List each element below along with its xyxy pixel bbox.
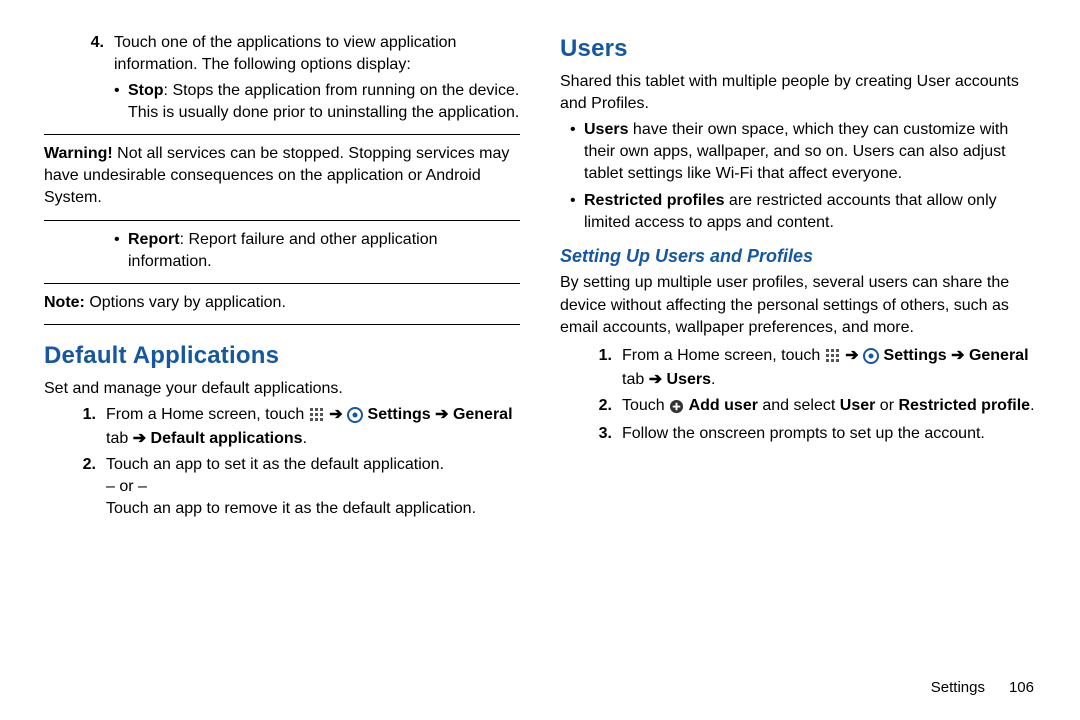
step-body: Touch Add user and select User or Restri… [622, 395, 1036, 419]
step-body: Follow the onscreen prompts to set up th… [622, 423, 1036, 445]
su-step-1: 1. From a Home screen, touch ➔ [586, 345, 1036, 391]
s2-or: – or – [106, 476, 520, 498]
report-label: Report [128, 231, 180, 248]
arrow-icon: ➔ [133, 430, 146, 447]
s2-or: or [875, 397, 898, 414]
s2-a: Touch an app to set it as the default ap… [106, 454, 520, 476]
s1-settings: Settings [884, 347, 952, 364]
divider [44, 220, 520, 221]
page-footer: Settings 106 [44, 673, 1036, 696]
default-apps-intro: Set and manage your default applications… [44, 378, 520, 400]
divider [44, 324, 520, 325]
bullet-dot: • [114, 80, 128, 124]
s1-pre: From a Home screen, touch [106, 406, 309, 423]
bullet-dot: • [570, 119, 584, 185]
bullet-restricted: • Restricted profiles are restricted acc… [570, 190, 1036, 234]
da-step-1: 1. From a Home screen, touch ➔ [70, 404, 520, 450]
bullet-body: Report: Report failure and other applica… [128, 229, 520, 273]
note-label: Note: [44, 294, 85, 311]
step-text: Touch one of the applications to view ap… [114, 34, 456, 73]
step-number: 4. [44, 32, 114, 124]
apps-grid-icon [309, 406, 325, 428]
bullet-users: • Users have their own space, which they… [570, 119, 1036, 185]
step-number: 2. [586, 395, 622, 419]
step-body: Touch an app to set it as the default ap… [106, 454, 520, 520]
s1-general: General [453, 406, 513, 423]
step-body: Touch one of the applications to view ap… [114, 32, 520, 124]
b1-label: Users [584, 121, 628, 138]
step-number: 2. [70, 454, 106, 520]
s3-text: Follow the onscreen prompts to set up th… [622, 425, 985, 442]
arrow-icon: ➔ [951, 347, 964, 364]
s1-tab: tab [106, 430, 133, 447]
settings-gear-icon [347, 406, 363, 428]
heading-default-applications: Default Applications [44, 339, 520, 372]
s1-target: Users [662, 371, 711, 388]
s1-general: General [969, 347, 1029, 364]
b2-label: Restricted profiles [584, 192, 724, 209]
right-column: Users Shared this tablet with multiple p… [560, 32, 1036, 673]
warning-block: Warning! Not all services can be stopped… [44, 143, 520, 209]
divider [44, 134, 520, 135]
period: . [1030, 397, 1034, 414]
arrow-icon: ➔ [435, 406, 448, 423]
s2-add: Add user [689, 397, 758, 414]
warning-text: Not all services can be stopped. Stoppin… [44, 145, 509, 206]
heading-users: Users [560, 32, 1036, 65]
footer-section: Settings [931, 679, 985, 696]
footer-page: 106 [1009, 679, 1034, 696]
left-column: 4. Touch one of the applications to view… [44, 32, 520, 673]
step-4: 4. Touch one of the applications to view… [44, 32, 520, 124]
apps-grid-icon [825, 347, 841, 369]
arrow-icon: ➔ [845, 347, 858, 364]
users-intro: Shared this tablet with multiple people … [560, 71, 1036, 115]
step-body: From a Home screen, touch ➔ Settings ➔ G [622, 345, 1036, 391]
warning-label: Warning! [44, 145, 113, 162]
setup-intro: By setting up multiple user profiles, se… [560, 272, 1036, 338]
step-number: 3. [586, 423, 622, 445]
settings-gear-icon [863, 347, 879, 369]
step-body: From a Home screen, touch ➔ Settings ➔ G [106, 404, 520, 450]
s1-settings: Settings [368, 406, 436, 423]
heading-setting-up: Setting Up Users and Profiles [560, 244, 1036, 269]
s2-b: Touch an app to remove it as the default… [106, 498, 520, 520]
step-number: 1. [586, 345, 622, 391]
s2-rp: Restricted profile [898, 397, 1030, 414]
bullet-dot: • [570, 190, 584, 234]
divider [44, 283, 520, 284]
s2-pre: Touch [622, 397, 669, 414]
period: . [711, 371, 715, 388]
stop-label: Stop [128, 82, 164, 99]
arrow-icon: ➔ [329, 406, 342, 423]
b1-text: have their own space, which they can cus… [584, 121, 1008, 182]
da-step-2: 2. Touch an app to set it as the default… [70, 454, 520, 520]
s1-tab: tab [622, 371, 649, 388]
bullet-stop: • Stop: Stops the application from runni… [114, 80, 520, 124]
bullet-body: Restricted profiles are restricted accou… [584, 190, 1036, 234]
step-number: 1. [70, 404, 106, 450]
bullet-body: Users have their own space, which they c… [584, 119, 1036, 185]
period: . [303, 430, 307, 447]
add-user-icon [669, 397, 684, 419]
s1-pre: From a Home screen, touch [622, 347, 825, 364]
s2-user: User [840, 397, 876, 414]
s1-target: Default applications [146, 430, 302, 447]
su-step-3: 3. Follow the onscreen prompts to set up… [586, 423, 1036, 445]
bullet-body: Stop: Stops the application from running… [128, 80, 520, 124]
note-text: Options vary by application. [85, 294, 286, 311]
stop-text: : Stops the application from running on … [128, 82, 519, 121]
bullet-dot: • [114, 229, 128, 273]
su-step-2: 2. Touch Add user and select User or Res… [586, 395, 1036, 419]
note-block: Note: Options vary by application. [44, 292, 520, 314]
bullet-report: • Report: Report failure and other appli… [114, 229, 520, 273]
arrow-icon: ➔ [649, 371, 662, 388]
s2-mid: and select [758, 397, 840, 414]
